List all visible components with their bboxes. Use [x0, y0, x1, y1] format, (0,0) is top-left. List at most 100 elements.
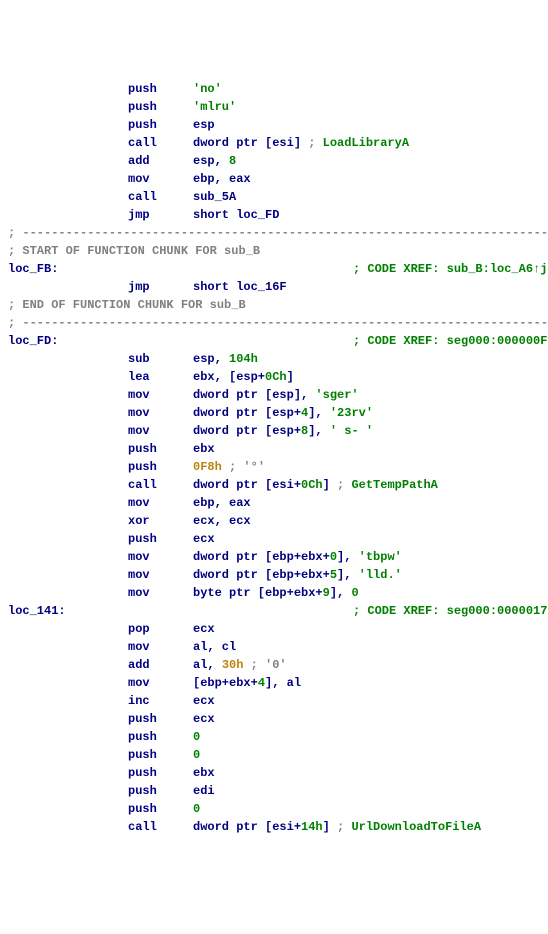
code-label: loc_FD:: [8, 332, 128, 350]
mnemonic: mov: [128, 404, 193, 422]
operand-token: 'no': [193, 82, 222, 96]
asm-line: movdword ptr [esp+4], '23rv': [8, 404, 540, 422]
mnemonic: push: [128, 458, 193, 476]
asm-line: pushebx: [8, 764, 540, 782]
operand-token: esp,: [193, 352, 229, 366]
label-line: loc_141:; CODE XREF: seg000:0000017B↓j: [8, 602, 540, 620]
asm-line: leaebx, [esp+0Ch]: [8, 368, 540, 386]
mnemonic: push: [128, 530, 193, 548]
operand-token: 8: [229, 154, 236, 168]
operand-token: 104h: [229, 352, 258, 366]
operands: dword ptr [esi+0Ch] ; GetTempPathA: [193, 476, 540, 494]
mnemonic: mov: [128, 422, 193, 440]
mnemonic: add: [128, 152, 193, 170]
operands: dword ptr [ebp+ebx+0], 'tbpw': [193, 548, 540, 566]
asm-line: jmpshort loc_16F: [8, 278, 540, 296]
operand-token: ;: [337, 820, 351, 834]
operand-token: 0Ch: [265, 370, 287, 384]
mnemonic: call: [128, 476, 193, 494]
mnemonic: add: [128, 656, 193, 674]
asm-line: push0: [8, 728, 540, 746]
operand-token: 0: [351, 586, 358, 600]
operand-token: ]: [323, 820, 337, 834]
operands: short loc_16F: [193, 278, 540, 296]
asm-line: push0: [8, 800, 540, 818]
operand-token: 4: [258, 676, 265, 690]
asm-line: push'mlru': [8, 98, 540, 116]
label-line: loc_FB:; CODE XREF: sub_B:loc_A6↑j: [8, 260, 540, 278]
operand-token: ;: [308, 136, 322, 150]
operands: short loc_FD: [193, 206, 540, 224]
operand-token: dword ptr [esp+: [193, 424, 301, 438]
operand-token: ebp, eax: [193, 172, 251, 186]
asm-line: push0: [8, 746, 540, 764]
operand-token: 'tbpw': [359, 550, 402, 564]
mnemonic: push: [128, 800, 193, 818]
mnemonic: push: [128, 710, 193, 728]
operand-token: short loc_16F: [193, 280, 287, 294]
mnemonic: lea: [128, 368, 193, 386]
disassembly-listing: push'no'push'mlru'pushespcalldword ptr […: [8, 80, 540, 836]
asm-line: movdword ptr [ebp+ebx+5], 'lld.': [8, 566, 540, 584]
operand-token: [243, 658, 250, 672]
asm-line: callsub_5A: [8, 188, 540, 206]
operands: esp, 104h: [193, 350, 540, 368]
xref-comment: ; CODE XREF: seg000:000000F9↑j: [353, 334, 548, 348]
asm-line: movbyte ptr [ebp+ebx+9], 0: [8, 584, 540, 602]
mnemonic: jmp: [128, 206, 193, 224]
mnemonic: xor: [128, 512, 193, 530]
asm-line: movdword ptr [ebp+ebx+0], 'tbpw': [8, 548, 540, 566]
operand-token: 0: [193, 748, 200, 762]
operands: edi: [193, 782, 540, 800]
operand-token: esp: [193, 118, 215, 132]
mnemonic: call: [128, 818, 193, 836]
operand-token: ebp, eax: [193, 496, 251, 510]
operand-token: ebx, [esp+: [193, 370, 265, 384]
mnemonic: jmp: [128, 278, 193, 296]
operand-token: dword ptr [esi+: [193, 820, 301, 834]
mnemonic: call: [128, 188, 193, 206]
operands: byte ptr [ebp+ebx+9], 0: [193, 584, 540, 602]
operands: dword ptr [esp], 'sger': [193, 386, 540, 404]
operand-token: sub_5A: [193, 190, 236, 204]
operand-token: ecx: [193, 532, 215, 546]
operands: 'no': [193, 80, 540, 98]
operands: ecx: [193, 692, 540, 710]
operand-token: ; '°': [229, 460, 265, 474]
operand-token: ecx: [193, 694, 215, 708]
operand-token: 0Ch: [301, 478, 323, 492]
operands: al, cl: [193, 638, 540, 656]
asm-line: incecx: [8, 692, 540, 710]
mnemonic: pop: [128, 620, 193, 638]
mnemonic: push: [128, 728, 193, 746]
operand-token: ebx: [193, 442, 215, 456]
code-label: loc_FB:: [8, 260, 128, 278]
asm-line: pushesp: [8, 116, 540, 134]
operand-token: al,: [193, 658, 222, 672]
mnemonic: push: [128, 746, 193, 764]
label-line: loc_FD:; CODE XREF: seg000:000000F9↑j: [8, 332, 540, 350]
operands: ebp, eax: [193, 494, 540, 512]
operand-token: '23rv': [330, 406, 373, 420]
operands: esp, 8: [193, 152, 540, 170]
operands: dword ptr [ebp+ebx+5], 'lld.': [193, 566, 540, 584]
comment-line: ; --------------------------------------…: [8, 314, 540, 332]
operand-token: dword ptr [ebp+ebx+: [193, 550, 330, 564]
asm-line: calldword ptr [esi] ; LoadLibraryA: [8, 134, 540, 152]
asm-line: jmpshort loc_FD: [8, 206, 540, 224]
mnemonic: push: [128, 764, 193, 782]
asm-line: subesp, 104h: [8, 350, 540, 368]
operand-token: ; '0': [251, 658, 287, 672]
operand-token: short loc_FD: [193, 208, 279, 222]
operand-token: esp,: [193, 154, 229, 168]
operands: dword ptr [esp+4], '23rv': [193, 404, 540, 422]
asm-line: movebp, eax: [8, 494, 540, 512]
operand-token: 5: [330, 568, 337, 582]
operand-token: ecx, ecx: [193, 514, 251, 528]
mnemonic: mov: [128, 494, 193, 512]
mnemonic: inc: [128, 692, 193, 710]
operand-token: 14h: [301, 820, 323, 834]
operands: [ebp+ebx+4], al: [193, 674, 540, 692]
operand-token: ],: [337, 568, 359, 582]
mnemonic: sub: [128, 350, 193, 368]
